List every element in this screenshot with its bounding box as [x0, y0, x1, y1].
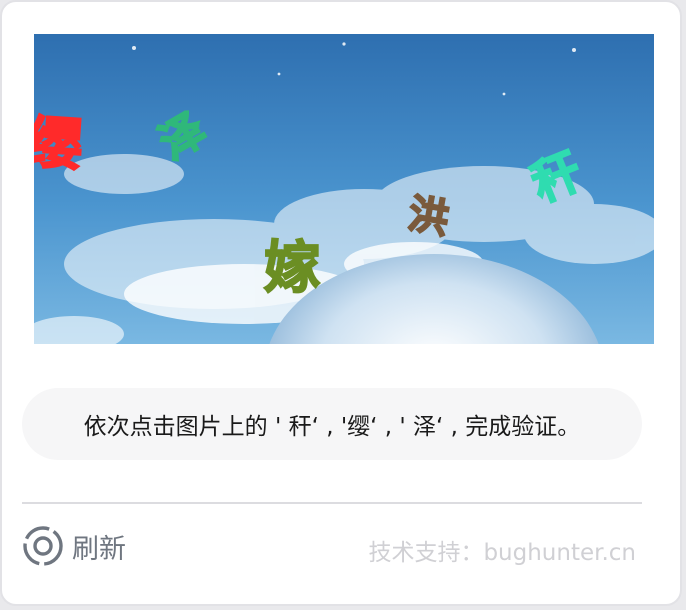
- divider: [22, 502, 642, 504]
- captcha-char[interactable]: 洪: [404, 190, 453, 244]
- captcha-char[interactable]: 嫁: [263, 235, 321, 302]
- captcha-instruction: 依次点击图片上的 ' 秆‘ , '缨‘ , ' 泽‘ , 完成验证。: [22, 388, 642, 460]
- refresh-label[interactable]: 刷新: [72, 527, 126, 566]
- refresh-icon[interactable]: [22, 525, 64, 567]
- tech-support-text: 技术支持：bughunter.cn: [368, 540, 636, 566]
- captcha-char[interactable]: 缨: [34, 109, 85, 180]
- refresh-button[interactable]: 刷新: [22, 524, 126, 568]
- captcha-image[interactable]: 缨泽秆洪嫁: [34, 34, 654, 344]
- captcha-panel: 缨泽秆洪嫁 依次点击图片上的 ' 秆‘ , '缨‘ , ' 泽‘ , 完成验证。…: [0, 0, 682, 606]
